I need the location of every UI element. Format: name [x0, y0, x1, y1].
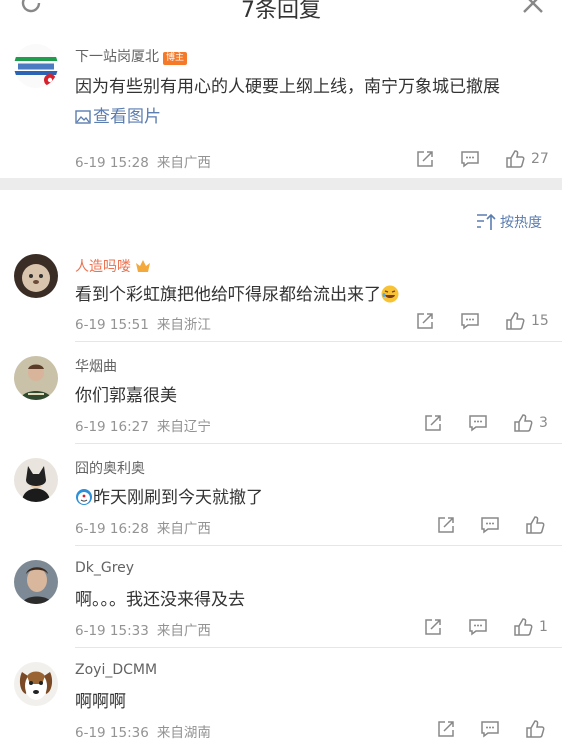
blogger-badge: 博主	[163, 52, 188, 65]
comment-meta: 6-19 15:36 来自湖南	[75, 721, 211, 741]
comment-text: 啊啊啊	[75, 692, 126, 712]
avatar[interactable]	[14, 254, 58, 298]
share-icon[interactable]	[415, 311, 435, 331]
comment-meta: 6-19 15:33 来自广西	[75, 619, 211, 639]
comment-separator	[75, 443, 562, 444]
crown-icon	[136, 260, 150, 272]
post-author[interactable]: 下一站岗厦北 博主	[75, 46, 188, 66]
comment-date: 6-19 15:51	[75, 317, 149, 333]
laughing-emoji-icon	[381, 285, 399, 303]
comment-separator	[75, 341, 562, 342]
comment-author[interactable]: 囧的奥利奥	[75, 458, 145, 478]
view-image-label: 查看图片	[93, 107, 161, 127]
post-date: 6-19 15:28	[75, 155, 149, 171]
avatar[interactable]	[14, 560, 58, 604]
close-icon[interactable]	[520, 0, 546, 16]
section-divider	[0, 178, 562, 190]
share-icon[interactable]	[436, 515, 456, 535]
like-count: 1	[539, 619, 548, 635]
like-count: 27	[531, 151, 549, 167]
comment-text: 看到个彩虹旗把他给吓得尿都给流出来了	[75, 280, 399, 305]
image-icon	[75, 110, 91, 124]
comment-source: 来自浙江	[156, 317, 211, 333]
comment-icon[interactable]	[460, 149, 480, 169]
share-icon[interactable]	[423, 617, 443, 637]
like-count: 3	[539, 415, 548, 431]
comment-text: 啊。。。我还没来得及去	[75, 590, 245, 610]
comment-icon[interactable]	[468, 617, 488, 637]
top-bar: 7条回复	[0, 0, 562, 22]
comment-source: 来自广西	[156, 623, 211, 639]
post-source: 来自广西	[156, 155, 211, 171]
comment-date: 6-19 16:27	[75, 419, 149, 435]
view-image-link[interactable]: 查看图片	[75, 102, 161, 127]
share-icon[interactable]	[423, 413, 443, 433]
comment-icon[interactable]	[468, 413, 488, 433]
like-icon[interactable]	[505, 149, 525, 169]
like-icon[interactable]	[513, 617, 533, 637]
comment-text-content: 看到个彩虹旗把他给吓得尿都给流出来了	[75, 285, 381, 305]
comment-separator	[75, 545, 562, 546]
page-title: 7条回复	[241, 0, 321, 22]
comment-source: 来自辽宁	[156, 419, 211, 435]
comment-source: 来自广西	[156, 521, 211, 537]
comment-text: 昨天刚刷到今天就撤了	[75, 483, 263, 508]
comment-date: 6-19 16:28	[75, 521, 149, 537]
comment-author[interactable]: Dk_Grey	[75, 560, 134, 576]
comment-author[interactable]: Zoyi_DCMM	[75, 662, 157, 678]
comment-author[interactable]: 人造吗喽	[75, 256, 151, 276]
like-icon[interactable]	[525, 515, 545, 535]
avatar[interactable]	[14, 356, 58, 400]
comment-source: 来自湖南	[156, 725, 211, 741]
like-icon[interactable]	[525, 719, 545, 739]
comment-meta: 6-19 16:27 来自辽宁	[75, 415, 211, 435]
comment-author-name: 人造吗喽	[75, 259, 131, 275]
comment-meta: 6-19 16:28 来自广西	[75, 517, 211, 537]
comment-author[interactable]: 华烟曲	[75, 356, 117, 376]
sort-by-hot-button[interactable]: 按热度	[476, 212, 542, 232]
comment-icon[interactable]	[480, 719, 500, 739]
author-name: 下一站岗厦北	[75, 49, 159, 65]
comment-meta: 6-19 15:51 来自浙江	[75, 313, 211, 333]
avatar[interactable]	[14, 458, 58, 502]
doraemon-emoji-icon	[76, 489, 92, 505]
comment-date: 6-19 15:33	[75, 623, 149, 639]
like-count: 15	[531, 313, 549, 329]
comment-text-content: 昨天刚刷到今天就撤了	[93, 488, 263, 508]
sort-label: 按热度	[500, 215, 542, 231]
share-icon[interactable]	[436, 719, 456, 739]
comment-text: 你们郭嘉很美	[75, 386, 177, 406]
comment-separator	[75, 647, 562, 648]
comment-icon[interactable]	[480, 515, 500, 535]
post-text: 因为有些别有用心的人硬要上纲上线，南宁万象城已撤展	[75, 77, 500, 97]
comment-date: 6-19 15:36	[75, 725, 149, 741]
avatar[interactable]	[14, 662, 58, 706]
like-icon[interactable]	[505, 311, 525, 331]
comment-icon[interactable]	[460, 311, 480, 331]
post-meta: 6-19 15:28 来自广西	[75, 151, 211, 171]
sort-icon	[477, 213, 496, 230]
like-icon[interactable]	[513, 413, 533, 433]
share-icon[interactable]	[415, 149, 435, 169]
avatar[interactable]	[14, 44, 58, 88]
